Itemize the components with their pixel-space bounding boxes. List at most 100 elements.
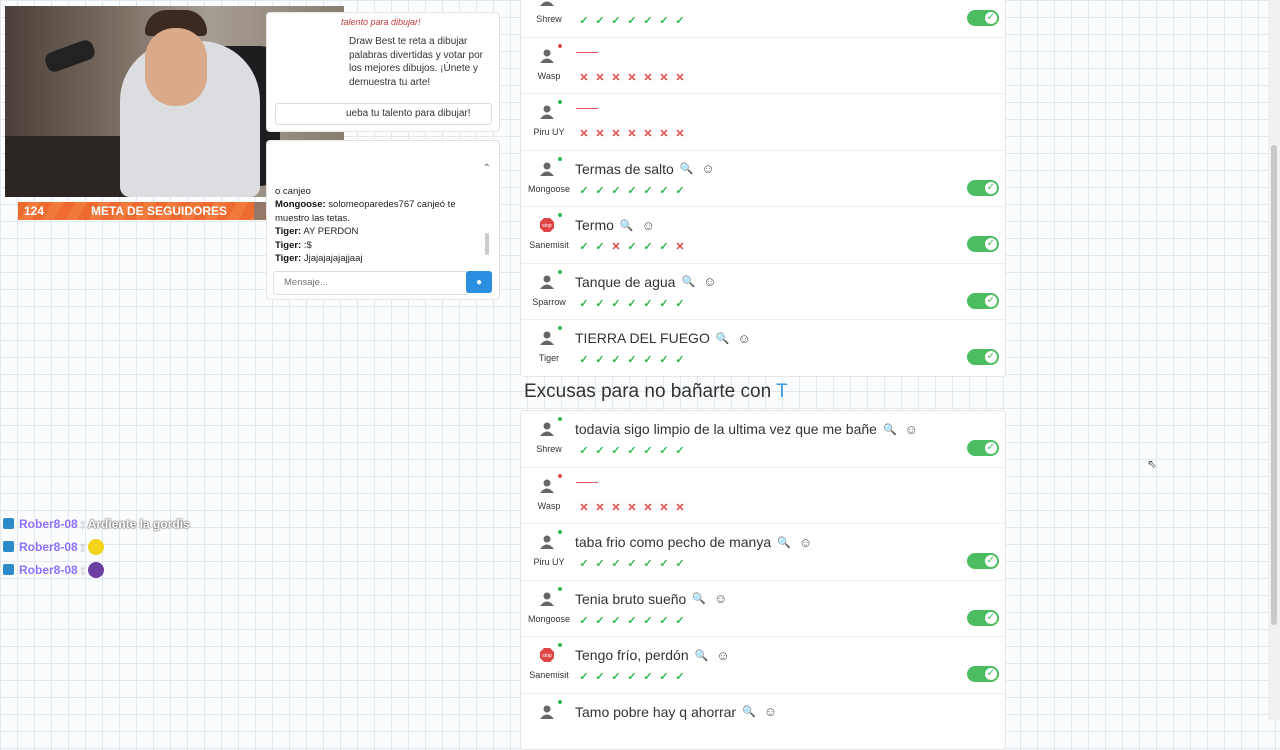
- smiley-icon[interactable]: ☺: [642, 218, 655, 233]
- validity-toggle[interactable]: [967, 666, 999, 682]
- check-icon: ✓: [579, 445, 589, 457]
- check-icon: ✓: [595, 445, 605, 457]
- status-dot: [558, 43, 562, 48]
- validity-toggle[interactable]: [967, 292, 999, 309]
- smiley-icon[interactable]: ☺: [764, 704, 777, 719]
- vote-marks: ✓ ✓ ✓ ✓ ✓ ✓ ✓: [578, 353, 686, 366]
- chat-username: Mongoose:: [275, 199, 326, 211]
- check-icon: ✓: [611, 671, 621, 683]
- check-icon: ✓: [595, 184, 605, 197]
- check-icon: ✓: [643, 558, 653, 570]
- send-button[interactable]: ●: [466, 271, 492, 293]
- answer-row: Tamo pobre hay q ahorrar 🔍 ☺: [521, 694, 1005, 750]
- category-letter: T: [776, 381, 788, 402]
- check-icon: ✓: [643, 671, 653, 683]
- chat-line: o canjeo: [275, 185, 475, 198]
- search-icon[interactable]: 🔍: [692, 592, 706, 605]
- search-icon[interactable]: 🔍: [695, 649, 709, 662]
- answer-text: todavia sigo limpio de la ultima vez que…: [575, 421, 918, 437]
- check-icon: ✓: [579, 614, 589, 627]
- check-icon: ✓: [643, 15, 653, 27]
- search-icon[interactable]: 🔍: [680, 162, 694, 175]
- validity-toggle[interactable]: [967, 10, 999, 26]
- user-icon: [535, 326, 559, 350]
- check-icon: ✓: [595, 558, 605, 570]
- moderator-badge-icon: [3, 564, 14, 575]
- player-name: Sanemisit: [529, 670, 569, 680]
- scrollbar-thumb[interactable]: [1271, 145, 1277, 625]
- player-name: Tiger: [538, 353, 560, 363]
- search-icon[interactable]: 🔍: [777, 536, 791, 549]
- smiley-icon[interactable]: ☺: [738, 331, 751, 346]
- follower-goal-label: META DE SEGUIDORES: [90, 204, 227, 218]
- collapse-chevron-icon[interactable]: ⌃: [483, 163, 491, 174]
- chat-scrollbar[interactable]: [485, 233, 489, 255]
- vote-marks: ✕ ✕ ✕ ✕ ✕ ✕ ✕: [578, 71, 686, 84]
- search-icon[interactable]: 🔍: [716, 332, 730, 345]
- stop-sign-icon: stop: [535, 213, 559, 237]
- answer-text: Tamo pobre hay q ahorrar 🔍 ☺: [575, 704, 777, 720]
- chat-text: Jjajajajajajjaaj: [301, 253, 363, 265]
- user-icon: [535, 530, 559, 554]
- cross-icon: ✕: [675, 128, 685, 140]
- answer-text: taba frio como pecho de manya 🔍 ☺: [575, 534, 812, 550]
- user-icon: [535, 100, 559, 124]
- answer-label: TIERRA DEL FUEGO: [575, 330, 710, 346]
- cross-icon: ✕: [659, 501, 669, 514]
- chat-text: :$: [301, 239, 312, 251]
- check-icon: ✓: [659, 354, 669, 366]
- search-icon[interactable]: 🔍: [681, 275, 695, 288]
- chat-bubble-icon: ●: [475, 276, 483, 288]
- vote-marks: ✓ ✓ ✓ ✓ ✓ ✓ ✓: [578, 297, 686, 310]
- cross-icon: ✕: [579, 501, 589, 514]
- draw-challenge-button[interactable]: ueba tu talento para dibujar!: [275, 103, 492, 125]
- separator: :: [80, 539, 85, 554]
- mouse-cursor-icon: ⇖: [1147, 457, 1158, 471]
- status-dot: [558, 269, 562, 274]
- page-scrollbar[interactable]: [1268, 0, 1280, 720]
- check-icon: ✓: [659, 614, 669, 627]
- smiley-icon[interactable]: ☺: [799, 535, 812, 550]
- cross-icon: ✕: [579, 128, 589, 140]
- check-icon: ✓: [643, 354, 653, 366]
- status-dot: [558, 473, 562, 478]
- check-icon: ✓: [659, 297, 669, 310]
- chat-text: o canjeo: [275, 186, 311, 197]
- answers-panel-current: Shrew todavia sigo limpio de la ultima ve…: [520, 410, 1006, 750]
- validity-toggle[interactable]: [967, 179, 999, 196]
- empty-answer-line: [576, 51, 598, 53]
- svg-text:stop: stop: [542, 653, 552, 659]
- search-icon[interactable]: 🔍: [883, 423, 897, 436]
- smiley-icon[interactable]: ☺: [714, 591, 727, 606]
- svg-text:stop: stop: [542, 223, 552, 229]
- twitch-chat-line: Rober8-08:: [3, 558, 190, 581]
- check-icon: ✓: [595, 354, 605, 366]
- answer-row: Wasp ✕ ✕ ✕ ✕ ✕ ✕ ✕: [521, 38, 1005, 94]
- smiley-icon[interactable]: ☺: [716, 648, 729, 663]
- answer-text: Tenia bruto sueño 🔍 ☺: [575, 591, 727, 607]
- twitch-username: Rober8-08: [19, 539, 78, 554]
- chat-message-input[interactable]: [273, 271, 469, 295]
- cross-icon: ✕: [659, 128, 669, 140]
- chat-username: Tiger:: [275, 239, 302, 251]
- validity-toggle[interactable]: [967, 553, 999, 569]
- search-icon[interactable]: 🔍: [742, 705, 756, 718]
- status-dot: [558, 326, 562, 330]
- answer-label: Termo: [575, 217, 614, 233]
- smiley-icon[interactable]: ☺: [905, 422, 918, 437]
- check-icon: ✓: [611, 184, 621, 197]
- validity-toggle[interactable]: [967, 609, 999, 626]
- validity-toggle[interactable]: [967, 236, 999, 252]
- smiley-icon[interactable]: ☺: [703, 274, 716, 289]
- cross-icon: ✕: [627, 128, 637, 140]
- player-name: Wasp: [537, 70, 561, 81]
- user-icon: [535, 157, 559, 181]
- answer-label: Tanque de agua: [575, 273, 676, 290]
- search-icon[interactable]: 🔍: [620, 219, 634, 232]
- answer-text: Tanque de agua 🔍 ☺: [575, 274, 716, 290]
- check-icon: ✓: [675, 671, 685, 683]
- player-name: Shrew: [536, 14, 562, 24]
- validity-toggle[interactable]: [967, 440, 999, 456]
- smiley-icon[interactable]: ☺: [702, 161, 715, 176]
- validity-toggle[interactable]: [967, 349, 999, 365]
